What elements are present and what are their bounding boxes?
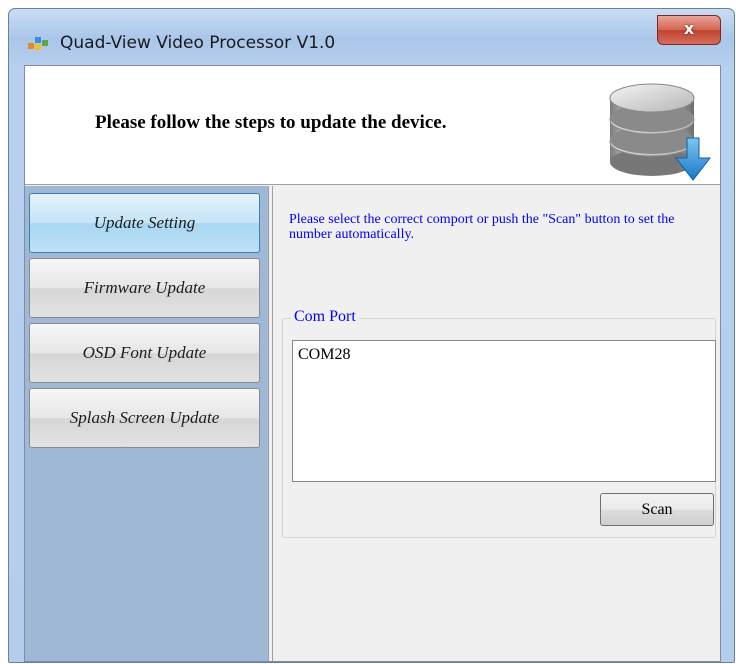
- app-icon: [28, 37, 48, 50]
- nav-osd-font-update-button[interactable]: OSD Font Update: [29, 323, 260, 383]
- steps-nav: Update Setting Firmware Update OSD Font …: [25, 186, 268, 661]
- nav-button-label: Update Setting: [93, 213, 196, 232]
- com-port-group: Com Port COM28 Scan: [282, 308, 716, 538]
- client-area: Please follow the steps to update the de…: [24, 65, 721, 662]
- header-panel: Please follow the steps to update the de…: [25, 66, 720, 185]
- com-port-item[interactable]: COM28: [298, 346, 350, 364]
- close-icon: x: [683, 19, 695, 38]
- title-bar[interactable]: Quad-View Video Processor V1.0 x: [9, 9, 734, 65]
- scan-button[interactable]: Scan: [600, 493, 714, 526]
- header-text: Please follow the steps to update the de…: [95, 112, 447, 133]
- instruction-text: Please select the correct comport or pus…: [289, 212, 675, 242]
- window-title: Quad-View Video Processor V1.0: [60, 33, 336, 53]
- nav-button-label: Firmware Update: [83, 278, 206, 297]
- update-setting-panel: Please select the correct comport or pus…: [272, 186, 720, 661]
- database-download-icon: [609, 83, 712, 181]
- com-port-list[interactable]: COM28: [292, 340, 716, 482]
- app-window: Quad-View Video Processor V1.0 x Please …: [8, 8, 735, 663]
- scan-button-label: Scan: [641, 500, 673, 518]
- nav-firmware-update-button[interactable]: Firmware Update: [29, 258, 260, 318]
- com-port-label: Com Port: [291, 308, 359, 326]
- close-button[interactable]: x: [657, 15, 721, 45]
- nav-button-label: OSD Font Update: [82, 343, 207, 362]
- nav-button-label: Splash Screen Update: [69, 408, 220, 427]
- nav-update-setting-button[interactable]: Update Setting: [29, 193, 260, 253]
- nav-splash-screen-update-button[interactable]: Splash Screen Update: [29, 388, 260, 448]
